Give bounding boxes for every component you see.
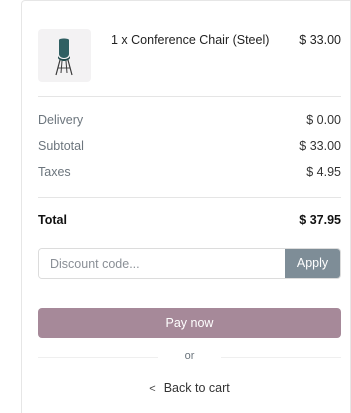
subtotal-row: Subtotal $ 33.00 <box>38 139 341 157</box>
or-separator: or <box>38 349 341 365</box>
discount-code-input[interactable] <box>39 249 286 278</box>
subtotal-value: $ 33.00 <box>299 139 341 153</box>
chair-icon <box>55 38 73 76</box>
chevron-left-icon: < <box>149 383 156 395</box>
product-price: $ 33.00 <box>299 33 341 47</box>
taxes-value: $ 4.95 <box>306 165 341 179</box>
delivery-value: $ 0.00 <box>306 113 341 127</box>
product-name[interactable]: 1 x Conference Chair (Steel) <box>111 33 271 48</box>
discount-form: Apply <box>38 248 341 279</box>
back-to-cart-label: Back to cart <box>163 381 230 395</box>
divider <box>38 96 341 97</box>
total-row: Total $ 37.95 <box>38 213 341 231</box>
taxes-label: Taxes <box>38 165 71 179</box>
delivery-label: Delivery <box>38 113 84 127</box>
total-value: $ 37.95 <box>299 213 341 227</box>
delivery-row: Delivery $ 0.00 <box>38 113 341 131</box>
or-label: or <box>184 350 195 362</box>
divider <box>38 197 341 198</box>
cart-line-item: 1 x Conference Chair (Steel) $ 33.00 <box>38 29 341 85</box>
subtotal-label: Subtotal <box>38 139 84 153</box>
taxes-row: Taxes $ 4.95 <box>38 165 341 183</box>
total-label: Total <box>38 213 67 227</box>
pay-now-button[interactable]: Pay now <box>38 308 341 338</box>
product-image[interactable] <box>38 29 91 82</box>
apply-button[interactable]: Apply <box>285 249 340 278</box>
back-to-cart-link[interactable]: < Back to cart <box>38 381 341 395</box>
